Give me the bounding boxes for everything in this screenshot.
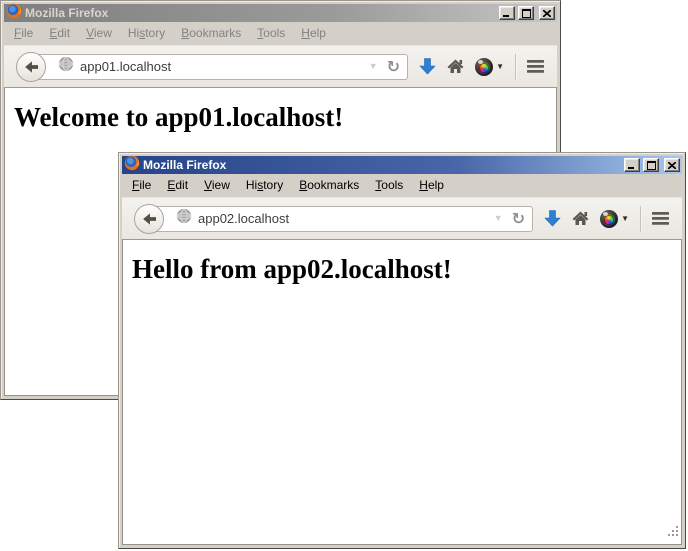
site-identity-globe-icon[interactable] — [58, 56, 74, 77]
menu-item-history[interactable]: History — [238, 176, 291, 195]
page-content-app02: Hello from app02.localhost! — [122, 239, 682, 545]
hamburger-menu-button[interactable] — [652, 212, 669, 225]
addon-button[interactable]: ▼ — [600, 210, 629, 228]
download-button[interactable] — [419, 58, 436, 75]
minimize-button[interactable] — [499, 6, 515, 20]
download-arrow-icon — [544, 210, 561, 227]
back-arrow-icon — [142, 212, 157, 226]
menu-item-tools[interactable]: Tools — [249, 24, 293, 43]
colorwheel-addon-icon — [600, 210, 618, 228]
close-button[interactable] — [539, 6, 555, 20]
maximize-button[interactable] — [643, 158, 659, 172]
addon-button[interactable]: ▼ — [475, 58, 504, 76]
addon-caret-icon: ▼ — [621, 215, 629, 223]
toolbar-divider — [515, 54, 516, 80]
close-button[interactable] — [664, 158, 680, 172]
url-input[interactable] — [80, 59, 369, 74]
toolbar-divider — [640, 206, 641, 232]
menu-item-file[interactable]: File — [124, 176, 159, 195]
menu-item-edit[interactable]: Edit — [159, 176, 196, 195]
site-identity-globe-icon[interactable] — [176, 208, 192, 229]
home-icon — [447, 59, 464, 74]
urlbar[interactable]: ▼ ↻ — [149, 206, 533, 232]
desktop: Mozilla Firefox FileEditViewHistoryBookm… — [0, 0, 688, 551]
menu-item-history[interactable]: History — [120, 24, 173, 43]
titlebar[interactable]: Mozilla Firefox — [4, 4, 557, 22]
menu-item-edit[interactable]: Edit — [41, 24, 78, 43]
hamburger-menu-button[interactable] — [527, 60, 544, 73]
page-heading: Hello from app02.localhost! — [132, 254, 681, 285]
minimize-button[interactable] — [624, 158, 640, 172]
home-icon — [572, 211, 589, 226]
download-arrow-icon — [419, 58, 436, 75]
menu-item-view[interactable]: View — [196, 176, 238, 195]
reload-icon[interactable]: ↻ — [512, 211, 525, 227]
firefox-icon — [6, 3, 22, 24]
home-button[interactable] — [447, 59, 464, 74]
urlbar[interactable]: ▼ ↻ — [31, 54, 408, 80]
titlebar[interactable]: Mozilla Firefox — [122, 156, 682, 174]
urlbar-dropdown-icon[interactable]: ▼ — [369, 62, 378, 71]
menu-item-bookmarks[interactable]: Bookmarks — [291, 176, 367, 195]
back-arrow-icon — [24, 60, 39, 74]
back-button[interactable] — [16, 52, 46, 82]
page-heading: Welcome to app01.localhost! — [14, 102, 556, 133]
urlbar-container: ▼ ↻ — [16, 52, 408, 82]
firefox-window-app02: Mozilla Firefox FileEditViewHistoryBookm… — [118, 152, 686, 549]
menu-bar: FileEditViewHistoryBookmarksToolsHelp — [4, 22, 557, 45]
back-button[interactable] — [134, 204, 164, 234]
menu-item-tools[interactable]: Tools — [367, 176, 411, 195]
hamburger-icon — [527, 60, 544, 73]
menu-item-file[interactable]: File — [6, 24, 41, 43]
firefox-icon — [124, 155, 140, 176]
menu-item-help[interactable]: Help — [293, 24, 334, 43]
urlbar-container: ▼ ↻ — [134, 204, 533, 234]
menu-bar: FileEditViewHistoryBookmarksToolsHelp — [122, 174, 682, 197]
addon-caret-icon: ▼ — [496, 63, 504, 71]
window-title: Mozilla Firefox — [25, 6, 496, 20]
home-button[interactable] — [572, 211, 589, 226]
window-title: Mozilla Firefox — [143, 158, 621, 172]
menu-item-help[interactable]: Help — [411, 176, 452, 195]
download-button[interactable] — [544, 210, 561, 227]
url-input[interactable] — [198, 211, 494, 226]
navigation-toolbar: ▼ ↻ ▼ — [122, 197, 682, 239]
menu-item-view[interactable]: View — [78, 24, 120, 43]
reload-icon[interactable]: ↻ — [387, 59, 400, 75]
menu-item-bookmarks[interactable]: Bookmarks — [173, 24, 249, 43]
colorwheel-addon-icon — [475, 58, 493, 76]
urlbar-dropdown-icon[interactable]: ▼ — [494, 214, 503, 223]
navigation-toolbar: ▼ ↻ ▼ — [4, 45, 557, 87]
hamburger-icon — [652, 212, 669, 225]
resize-grip[interactable] — [667, 525, 680, 543]
maximize-button[interactable] — [518, 6, 534, 20]
